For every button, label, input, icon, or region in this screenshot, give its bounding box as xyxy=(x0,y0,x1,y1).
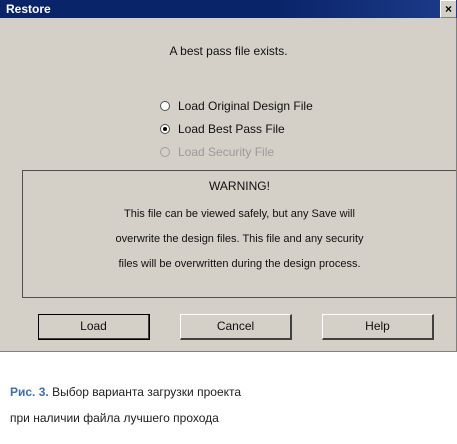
warning-title: WARNING! xyxy=(209,179,270,193)
figure-caption-line1: Рис. 3. Выбор варианта загрузки проекта xyxy=(10,385,241,399)
figure-caption-line2: при наличии файла лучшего прохода xyxy=(10,411,219,425)
warning-line: overwrite the design files. This file an… xyxy=(115,233,364,245)
title-bar: Restore xyxy=(0,0,457,18)
option-load-original[interactable]: Load Original Design File xyxy=(160,98,313,114)
dialog-message: A best pass file exists. xyxy=(169,44,288,58)
radio-disabled-icon xyxy=(160,147,170,157)
option-label: Load Security File xyxy=(178,145,275,159)
option-label: Load Best Pass File xyxy=(178,122,285,136)
option-load-security: Load Security File xyxy=(160,144,274,160)
restore-dialog: Restore × A best pass file exists. Load … xyxy=(0,0,457,352)
load-button[interactable]: Load xyxy=(38,314,150,340)
option-label: Load Original Design File xyxy=(178,99,313,113)
page: Restore × A best pass file exists. Load … xyxy=(0,0,457,444)
figure-label: Рис. 3. xyxy=(10,385,49,399)
cancel-button[interactable]: Cancel xyxy=(180,314,292,340)
help-button[interactable]: Help xyxy=(322,314,434,340)
warning-box: WARNING! This file can be viewed safely,… xyxy=(22,170,456,298)
warning-line: files will be overwritten during the des… xyxy=(118,258,361,270)
window-title: Restore xyxy=(6,2,51,16)
warning-line: This file can be viewed safely, but any … xyxy=(124,208,355,220)
option-load-best-pass[interactable]: Load Best Pass File xyxy=(160,121,285,137)
close-icon: × xyxy=(444,2,452,16)
caption-text: Выбор варианта загрузки проекта xyxy=(48,385,242,399)
radio-icon[interactable] xyxy=(160,101,170,111)
radio-checked-icon[interactable] xyxy=(160,124,170,134)
close-button[interactable]: × xyxy=(440,0,456,18)
